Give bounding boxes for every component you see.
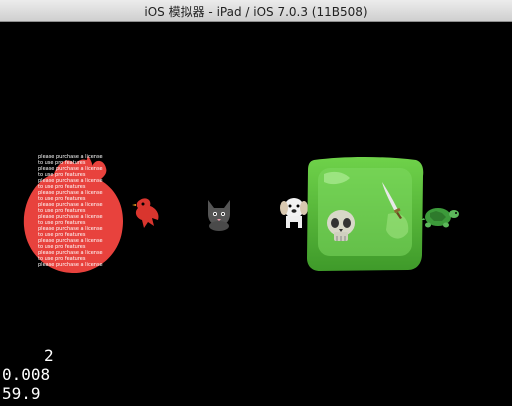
node-count: 2 [44,346,54,365]
blob-body [23,159,124,274]
simulator-window: iOS 模拟器 - iPad / iOS 7.0.3 (11B508) plea… [0,0,512,406]
debug-stats: 2 0.008 59.9 [2,346,54,403]
window-title: iOS 模拟器 - iPad / iOS 7.0.3 (11B508) [144,5,368,19]
bird-icon [132,196,162,230]
sword-icon [378,180,404,220]
slime-block [304,154,426,274]
red-watermark-blob [20,152,130,277]
cat-icon [202,196,236,232]
fps-counter: 59.9 [2,384,41,403]
skull-icon [324,208,358,244]
frame-time: 0.008 [2,365,51,384]
turtle-icon [420,204,460,230]
title-bar: iOS 模拟器 - iPad / iOS 7.0.3 (11B508) [0,0,512,22]
